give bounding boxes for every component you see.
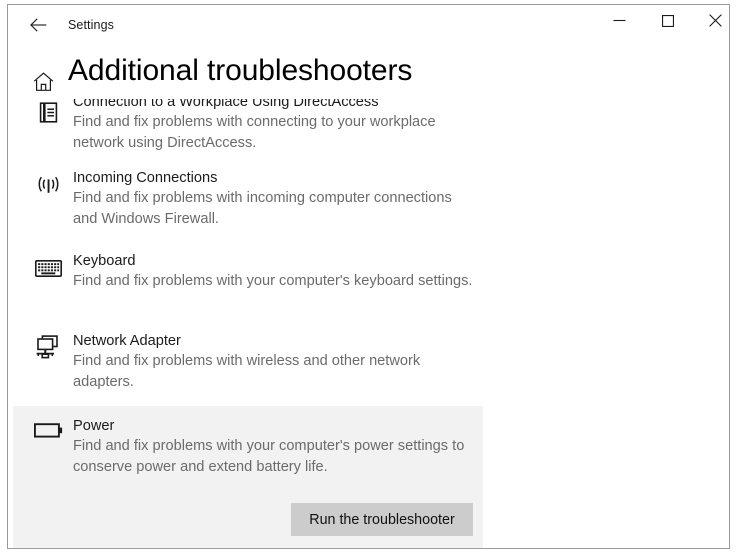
- troubleshooter-body: Keyboard Find and fix problems with your…: [73, 252, 475, 292]
- troubleshooter-title: Incoming Connections: [73, 170, 218, 186]
- troubleshooter-body: Incoming Connections Find and fix proble…: [73, 169, 475, 229]
- troubleshooter-description: Find and fix problems with your computer…: [73, 438, 465, 475]
- run-troubleshooter-button[interactable]: Run the troubleshooter: [291, 503, 473, 536]
- troubleshooter-item-network-adapter[interactable]: Network Adapter Find and fix problems wi…: [13, 332, 483, 414]
- maximize-icon: [662, 14, 674, 27]
- troubleshooter-list[interactable]: Connection to a Workplace Using DirectAc…: [8, 99, 729, 548]
- troubleshooter-description: Find and fix problems with incoming comp…: [73, 190, 452, 227]
- troubleshooter-description: Find and fix problems with connecting to…: [73, 114, 436, 151]
- close-button[interactable]: [692, 5, 729, 36]
- app-title: Settings: [68, 18, 114, 32]
- title-bar: Settings: [8, 5, 729, 45]
- troubleshooter-title: Connection to a Workplace Using DirectAc…: [73, 99, 379, 110]
- back-button[interactable]: [19, 9, 57, 41]
- close-icon: [708, 14, 722, 27]
- directaccess-workplace-icon: [33, 100, 63, 128]
- troubleshooter-item-power[interactable]: Power Find and fix problems with your co…: [13, 406, 483, 548]
- troubleshooter-item-incoming-connections[interactable]: Incoming Connections Find and fix proble…: [13, 169, 483, 249]
- troubleshooter-title: Keyboard: [73, 253, 136, 269]
- troubleshooter-body: Connection to a Workplace Using DirectAc…: [73, 99, 475, 153]
- maximize-button[interactable]: [645, 5, 691, 36]
- battery-power-icon: [33, 420, 63, 448]
- page-header: Additional troubleshooters: [8, 49, 729, 99]
- page-title: Additional troubleshooters: [68, 54, 413, 87]
- troubleshooter-body: Power Find and fix problems with your co…: [73, 417, 475, 477]
- settings-window: Settings Additional troubleshooters Conn…: [7, 4, 730, 549]
- minimize-button[interactable]: [596, 5, 642, 36]
- troubleshooter-description: Find and fix problems with wireless and …: [73, 353, 421, 390]
- home-icon[interactable]: [30, 69, 56, 95]
- troubleshooter-title: Power: [73, 418, 115, 434]
- troubleshooter-item-directaccess[interactable]: Connection to a Workplace Using DirectAc…: [13, 99, 483, 169]
- broadcast-antenna-icon: [33, 172, 63, 200]
- minimize-icon: [613, 15, 626, 26]
- troubleshooter-body: Network Adapter Find and fix problems wi…: [73, 332, 475, 392]
- back-arrow-icon: [29, 18, 47, 32]
- keyboard-icon: [33, 258, 63, 286]
- troubleshooter-item-keyboard[interactable]: Keyboard Find and fix problems with your…: [13, 252, 483, 332]
- troubleshooter-title: Network Adapter: [73, 333, 181, 349]
- troubleshooter-description: Find and fix problems with your computer…: [73, 273, 473, 289]
- network-adapter-icon: [33, 333, 63, 361]
